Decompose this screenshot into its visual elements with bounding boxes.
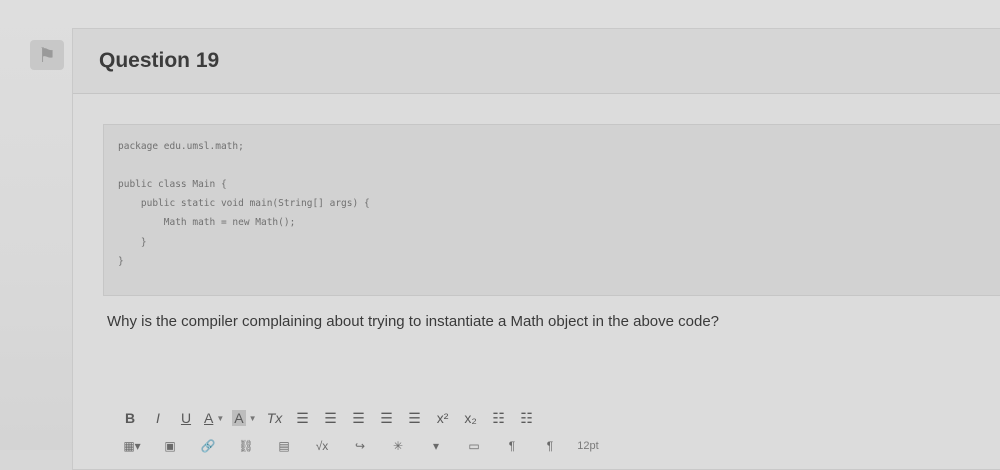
editor-toolbar-secondary: ▦▾ ▣ 🔗 ⛓ ▤ √x ↪ ✳ ▾ ▭ ¶ ¶ 12pt (117, 433, 611, 459)
font-color-label: A (204, 410, 214, 426)
code-line: } (118, 256, 124, 267)
flag-question-icon[interactable]: ⚑ (30, 40, 64, 70)
font-color-button[interactable]: A ▼ (201, 407, 227, 429)
align-center-icon[interactable]: ☰ (318, 407, 344, 429)
bulleted-list-icon[interactable]: ☷ (486, 407, 512, 429)
code-line: public class Main { (118, 179, 227, 190)
image-icon[interactable]: ▣ (155, 436, 185, 456)
chevron-down-icon: ▼ (248, 413, 257, 423)
subscript-button[interactable]: x₂ (458, 407, 484, 429)
code-line: package edu.umsl.math; (118, 141, 244, 152)
indent-icon[interactable]: ☰ (402, 407, 428, 429)
ltr-icon[interactable]: ¶ (497, 436, 527, 456)
align-justify-icon[interactable]: ☰ (374, 407, 400, 429)
dropdown-icon[interactable]: ▾ (421, 436, 451, 456)
rtl-icon[interactable]: ¶ (535, 436, 565, 456)
align-left-icon[interactable]: ☰ (290, 407, 316, 429)
bold-button[interactable]: B (117, 407, 143, 429)
font-size-select[interactable]: 12pt (573, 436, 603, 456)
unlink-icon[interactable]: ⛓ (231, 436, 261, 456)
question-prompt: Why is the compiler complaining about tr… (107, 313, 720, 330)
embed-icon[interactable]: ↪ (345, 436, 375, 456)
underline-button[interactable]: U (173, 407, 199, 429)
code-block: package edu.umsl.math; public class Main… (103, 124, 1000, 296)
quiz-page: ⚑ Question 19 package edu.umsl.math; pub… (0, 0, 1000, 470)
preview-icon[interactable]: ▭ (459, 436, 489, 456)
code-line: public static void main(String[] args) { (118, 198, 370, 209)
editor-toolbar: B I U A ▼ A ▼ Tx ☰ ☰ ☰ ☰ ☰ x² x₂ ☷ ☷ (117, 403, 542, 433)
clear-formatting-button[interactable]: Tx (262, 407, 288, 429)
link-icon[interactable]: 🔗 (193, 436, 223, 456)
apps-icon[interactable]: ✳ (383, 436, 413, 456)
code-line: Math math = new Math(); (118, 217, 296, 228)
table-icon[interactable]: ▦▾ (117, 436, 147, 456)
question-title: Question 19 (99, 49, 220, 72)
media-icon[interactable]: ▤ (269, 436, 299, 456)
italic-button[interactable]: I (145, 407, 171, 429)
question-card: Question 19 package edu.umsl.math; publi… (72, 28, 1000, 470)
superscript-button[interactable]: x² (430, 407, 456, 429)
background-color-button[interactable]: A ▼ (229, 407, 259, 429)
align-right-icon[interactable]: ☰ (346, 407, 372, 429)
equation-icon[interactable]: √x (307, 436, 337, 456)
chevron-down-icon: ▼ (216, 413, 225, 423)
code-line: } (118, 237, 147, 248)
numbered-list-icon[interactable]: ☷ (514, 407, 540, 429)
background-color-label: A (232, 410, 246, 426)
question-header: Question 19 (73, 29, 1000, 94)
